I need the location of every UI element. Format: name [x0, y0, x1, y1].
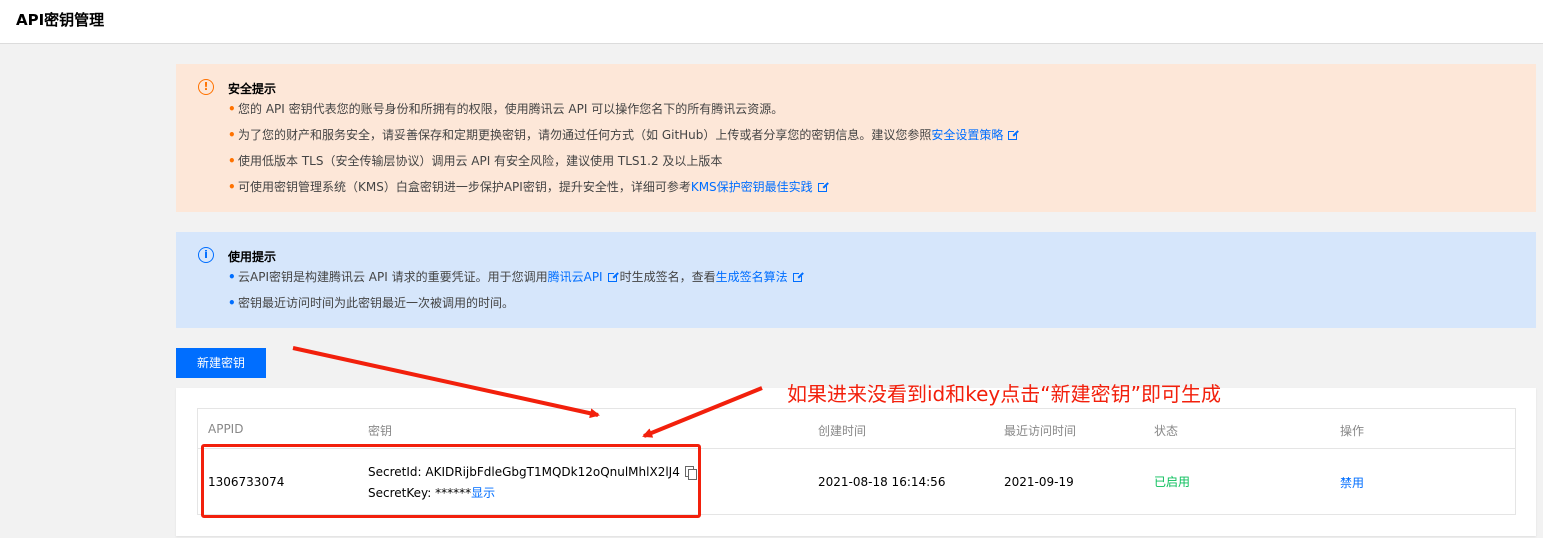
- table-header: APPID 密钥 创建时间 最近访问时间 状态 操作: [198, 409, 1515, 449]
- list-item: • 密钥最近访问时间为此密钥最近一次被调用的时间。: [228, 296, 515, 310]
- list-item: • 云API密钥是构建腾讯云 API 请求的重要凭证。用于您调用腾讯云API 时生成…: [228, 270, 805, 296]
- top-bar: API密钥管理: [0, 0, 1543, 44]
- security-notice-list: • 您的 API 密钥代表您的账号身份和所拥有的权限，使用腾讯云 API 可以操作…: [228, 102, 1020, 206]
- disable-key-link[interactable]: 禁用: [1340, 474, 1364, 491]
- kms-best-practice-link[interactable]: KMS保护密钥最佳实践: [691, 180, 813, 194]
- list-item: • 可使用密钥管理系统（KMS）白盒密钥进一步保护API密钥，提升安全性，详细可参…: [228, 180, 1020, 206]
- usage-notice: i 使用提示 • 云API密钥是构建腾讯云 API 请求的重要凭证。用于您调用腾讯…: [176, 232, 1536, 328]
- column-header-created: 创建时间: [818, 424, 867, 438]
- highlight-box: [201, 444, 701, 518]
- external-link-icon[interactable]: [792, 271, 804, 282]
- list-item: • 您的 API 密钥代表您的账号身份和所拥有的权限，使用腾讯云 API 可以操作…: [228, 102, 784, 116]
- column-header-status: 状态: [1154, 424, 1179, 438]
- external-link-icon[interactable]: [817, 181, 829, 192]
- security-notice: ! 安全提示 • 您的 API 密钥代表您的账号身份和所拥有的权限，使用腾讯云 A…: [176, 64, 1536, 212]
- page-title: API密钥管理: [16, 11, 105, 29]
- last-access-cell: 2021-09-19: [1004, 475, 1074, 489]
- info-icon: i: [198, 247, 214, 263]
- external-link-icon[interactable]: [607, 271, 619, 282]
- column-header-key: 密钥: [368, 424, 393, 438]
- status-badge: 已启用: [1154, 475, 1191, 489]
- tencent-cloud-api-link[interactable]: 腾讯云API: [548, 270, 603, 284]
- signature-algorithm-link[interactable]: 生成签名算法: [716, 270, 788, 284]
- external-link-icon[interactable]: [1008, 129, 1020, 140]
- column-header-appid: APPID: [208, 422, 244, 436]
- annotation-text: 如果进来没看到id和key点击“新建密钥”即可生成: [787, 382, 1221, 406]
- new-key-button[interactable]: 新建密钥: [176, 348, 266, 378]
- list-item: • 使用低版本 TLS（安全传输层协议）调用云 API 有安全风险，建议使用 TL…: [228, 154, 723, 168]
- list-item: • 为了您的财产和服务安全，请妥善保存和定期更换密钥，请勿通过任何方式（如 Git…: [228, 128, 1020, 154]
- security-policy-link[interactable]: 安全设置策略: [931, 128, 1003, 142]
- usage-notice-list: • 云API密钥是构建腾讯云 API 请求的重要凭证。用于您调用腾讯云API 时生成…: [228, 270, 805, 322]
- created-time-cell: 2021-08-18 16:14:56: [818, 475, 946, 489]
- column-header-last-access: 最近访问时间: [1004, 424, 1077, 438]
- column-header-action: 操作: [1340, 424, 1365, 438]
- security-notice-title: 安全提示: [228, 82, 277, 96]
- usage-notice-title: 使用提示: [228, 250, 277, 264]
- warning-icon: !: [198, 79, 214, 95]
